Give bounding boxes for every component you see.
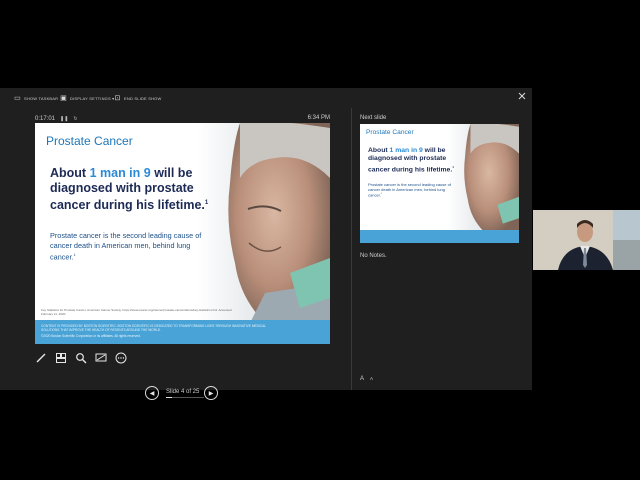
next-slide-title: Prostate Cancer (366, 129, 414, 136)
next-slide-subtext: Prostate cancer is the second leading ca… (368, 182, 458, 197)
end-slide-show-label: END SLIDE SHOW (124, 96, 162, 101)
slide-footer-band: CONTENT IS PROVIDED BY BOSTON SCIENTIFIC… (35, 320, 330, 344)
next-slide-button[interactable]: ▶ (204, 386, 218, 400)
see-all-slides-icon[interactable] (55, 352, 67, 364)
next-headline-footnote-ref: 1 (452, 165, 454, 169)
presenter-view-window: ▭ SHOW TASKBAR ▣ DISPLAY SETTINGS ▾ ⊡ EN… (0, 88, 532, 400)
headline-footnote-ref: 1 (204, 200, 209, 206)
next-slide-label: Next slide (360, 115, 387, 121)
next-slide-footer-band (360, 230, 519, 243)
more-options-icon[interactable] (115, 352, 127, 364)
next-subtext-body: Prostate cancer is the second leading ca… (368, 182, 451, 198)
close-icon[interactable] (518, 92, 526, 100)
presenter-tools (35, 352, 127, 364)
webcam-feed (533, 210, 640, 270)
presenter-toolbar: ▭ SHOW TASKBAR ▣ DISPLAY SETTINGS ▾ ⊡ EN… (0, 88, 532, 108)
current-slide-pane: 0:17:01 ❚❚ ↻ 6:34 PM Prostate Cancer Abo… (0, 108, 352, 400)
increase-font-button[interactable]: A (360, 376, 364, 382)
notes-font-controls: A A (360, 376, 373, 382)
display-settings-button[interactable]: ▣ DISPLAY SETTINGS ▾ (60, 94, 114, 103)
monitor-icon: ▣ (60, 95, 67, 102)
zoom-icon[interactable] (75, 352, 87, 364)
end-slide-show-button[interactable]: ⊡ END SLIDE SHOW (114, 94, 161, 103)
decrease-font-button[interactable]: A (370, 376, 373, 382)
display-settings-label: DISPLAY SETTINGS ▾ (70, 96, 115, 101)
slide-progress-fill (166, 397, 173, 398)
pen-icon[interactable] (35, 352, 47, 364)
headline-text-pre: About (50, 166, 90, 180)
show-taskbar-label: SHOW TASKBAR (24, 96, 59, 101)
previous-icon: ◀ (149, 390, 155, 397)
slide-subtext: Prostate cancer is the second leading ca… (50, 231, 210, 262)
pause-timer-icon[interactable]: ❚❚ (60, 116, 68, 122)
speaker-notes[interactable]: No Notes. (360, 253, 387, 259)
current-slide[interactable]: Prostate Cancer About 1 man in 9 will be… (35, 123, 330, 344)
next-icon: ▶ (208, 390, 214, 397)
slide-progress-bar (166, 397, 204, 398)
subtext-footnote-ref: 1 (73, 252, 76, 257)
clock: 6:34 PM (307, 115, 330, 121)
slide-navigation: ◀ Slide 4 of 25 ▶ (145, 386, 225, 402)
next-slide-pane: Next slide Prostate Cancer About 1 man i… (353, 108, 532, 390)
restart-timer-icon[interactable]: ↻ (73, 116, 77, 122)
next-headline-highlight: 1 man in 9 (389, 147, 423, 154)
end-show-icon: ⊡ (114, 95, 121, 102)
footer-disclaimer: CONTENT IS PROVIDED BY BOSTON SCIENTIFIC… (41, 324, 266, 332)
next-headline-pre: About (368, 147, 390, 154)
footer-copyright: ©2020 Boston Scientific Corporation or i… (41, 334, 141, 338)
next-slide-headline: About 1 man in 9 will be diagnosed with … (368, 147, 463, 174)
previous-slide-button[interactable]: ◀ (145, 386, 159, 400)
show-taskbar-button[interactable]: ▭ SHOW TASKBAR (14, 94, 58, 103)
taskbar-icon: ▭ (14, 95, 21, 102)
slide-title: Prostate Cancer (46, 134, 133, 148)
slide-counter[interactable]: Slide 4 of 25 (166, 389, 199, 395)
screen: ▭ SHOW TASKBAR ▣ DISPLAY SETTINGS ▾ ⊡ EN… (0, 0, 640, 480)
black-screen-icon[interactable] (95, 352, 107, 364)
slide-footnote: Key Statistics for Prostate Cancer. Amer… (41, 308, 232, 316)
next-subtext-footnote-ref: 1 (380, 193, 383, 195)
slide-headline: About 1 man in 9 will be diagnosed with … (50, 166, 220, 213)
elapsed-timer: 0:17:01 (35, 116, 56, 122)
headline-highlight: 1 man in 9 (89, 166, 151, 180)
next-slide-preview[interactable]: Prostate Cancer About 1 man in 9 will be… (360, 124, 519, 243)
